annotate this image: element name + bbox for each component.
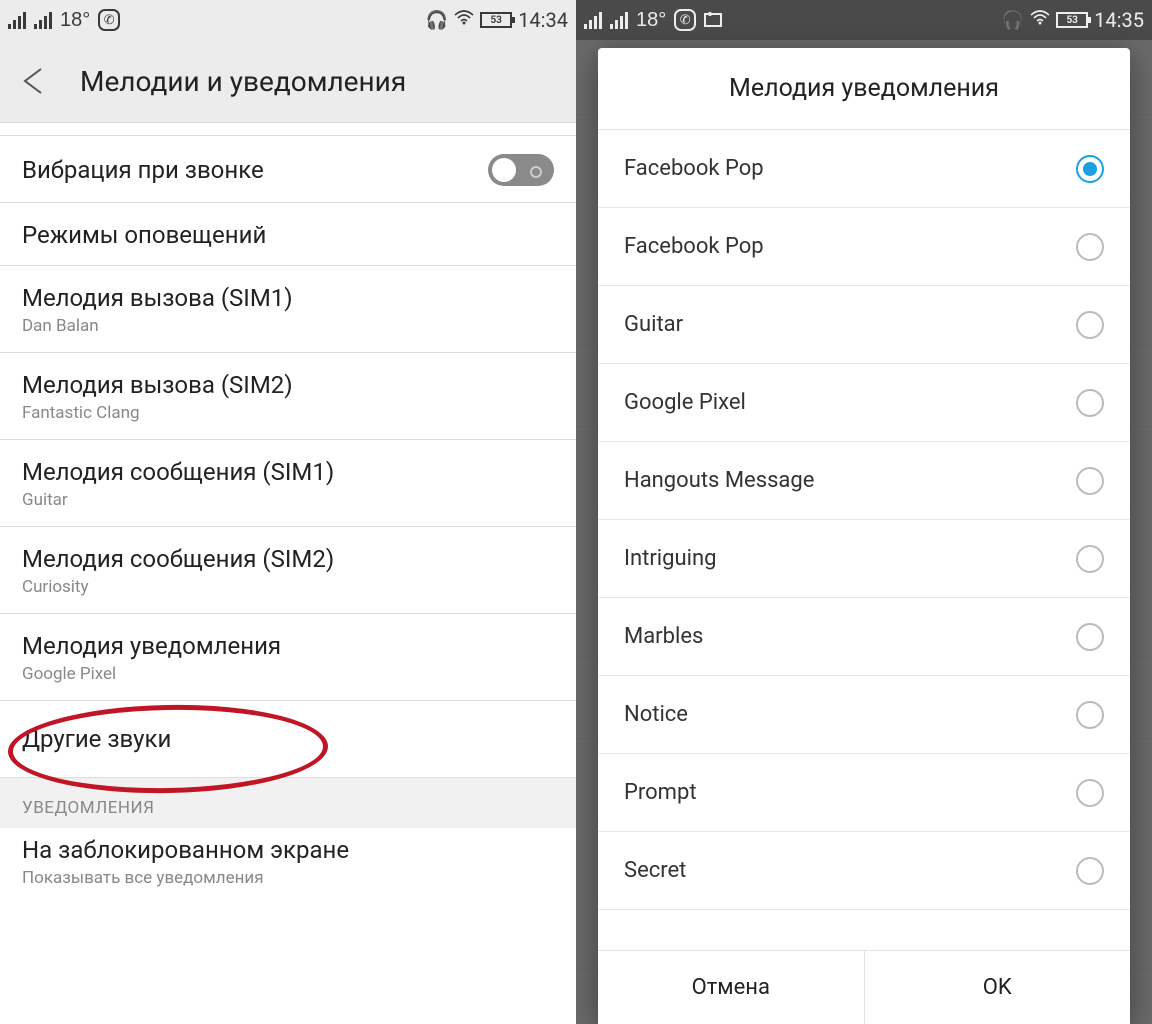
row-sublabel: Curiosity xyxy=(22,577,554,597)
row-label: Мелодия уведомления xyxy=(22,632,554,660)
ringtone-option[interactable]: Facebook Pop xyxy=(598,130,1130,208)
radio-icon[interactable] xyxy=(1076,545,1104,573)
status-bar: 18° 🎧 53 14:34 xyxy=(0,0,576,40)
ringtone-option[interactable]: Notice xyxy=(598,676,1130,754)
weather-temp: 18° xyxy=(60,9,90,32)
option-label: Guitar xyxy=(624,312,683,337)
clock: 14:34 xyxy=(518,8,568,32)
row-label: Мелодия сообщения (SIM1) xyxy=(22,458,554,486)
row-sublabel: Fantastic Clang xyxy=(22,403,554,423)
row-label: На заблокированном экране xyxy=(22,836,554,864)
battery-icon: 53 xyxy=(1056,12,1088,28)
partial-row-top xyxy=(0,122,576,136)
option-label: Hangouts Message xyxy=(624,468,814,493)
radio-icon[interactable] xyxy=(1076,779,1104,807)
row-other-sounds[interactable]: Другие звуки xyxy=(0,701,576,778)
row-label: Мелодия сообщения (SIM2) xyxy=(22,545,554,573)
screen-dialog: 18° 🎧 53 14:35 Мелодия уведомления Faceb… xyxy=(576,0,1152,1024)
dialog-list[interactable]: Facebook Pop Facebook Pop Guitar Google Pix… xyxy=(598,130,1130,950)
radio-icon[interactable] xyxy=(1076,701,1104,729)
ringtone-option[interactable]: Google Pixel xyxy=(598,364,1130,442)
ringtone-option[interactable]: Marbles xyxy=(598,598,1130,676)
row-label: Мелодия вызова (SIM1) xyxy=(22,284,554,312)
radio-icon[interactable] xyxy=(1076,389,1104,417)
ringtone-option[interactable]: Guitar xyxy=(598,286,1130,364)
cancel-button[interactable]: Отмена xyxy=(598,951,865,1024)
option-label: Notice xyxy=(624,702,688,727)
clock: 14:35 xyxy=(1094,8,1144,32)
option-label: Prompt xyxy=(624,780,697,805)
radio-icon[interactable] xyxy=(1076,311,1104,339)
option-label: Secret xyxy=(624,858,686,883)
radio-icon[interactable] xyxy=(1076,623,1104,651)
viber-icon xyxy=(98,9,120,31)
weather-temp: 18° xyxy=(636,9,666,32)
ringtone-option[interactable]: Intriguing xyxy=(598,520,1130,598)
row-alert-modes[interactable]: Режимы оповещений xyxy=(0,203,576,266)
option-label: Google Pixel xyxy=(624,390,746,415)
ok-button[interactable]: OK xyxy=(865,951,1131,1024)
option-label: Facebook Pop xyxy=(624,234,764,259)
row-message-sim1[interactable]: Мелодия сообщения (SIM1) Guitar xyxy=(0,440,576,527)
row-ringtone-sim1[interactable]: Мелодия вызова (SIM1) Dan Balan xyxy=(0,266,576,353)
ringtone-option[interactable]: Secret xyxy=(598,832,1130,910)
screen-settings: 18° 🎧 53 14:34 Мелодии и уведомления Виб… xyxy=(0,0,576,1024)
row-message-sim2[interactable]: Мелодия сообщения (SIM2) Curiosity xyxy=(0,527,576,614)
row-lockscreen[interactable]: На заблокированном экране Показывать все… xyxy=(0,828,576,888)
row-label: Мелодия вызова (SIM2) xyxy=(22,371,554,399)
back-button[interactable] xyxy=(16,61,56,101)
headphones-icon: 🎧 xyxy=(426,10,448,31)
ringtone-option[interactable]: Hangouts Message xyxy=(598,442,1130,520)
ringtone-option[interactable]: Prompt xyxy=(598,754,1130,832)
wifi-icon xyxy=(1030,10,1050,31)
row-sublabel: Guitar xyxy=(22,490,554,510)
page-title: Мелодии и уведомления xyxy=(80,65,406,98)
signal-icon-2 xyxy=(610,11,628,29)
option-label: Facebook Pop xyxy=(624,156,764,181)
row-notification-tone[interactable]: Мелодия уведомления Google Pixel xyxy=(0,614,576,701)
headphones-icon: 🎧 xyxy=(1002,10,1024,31)
settings-list: Вибрация при звонке Режимы оповещений Ме… xyxy=(0,122,576,888)
wifi-icon xyxy=(454,10,474,31)
radio-icon[interactable] xyxy=(1076,467,1104,495)
signal-icon-2 xyxy=(34,11,52,29)
dialog-title: Мелодия уведомления xyxy=(598,48,1130,130)
ringtone-dialog: Мелодия уведомления Facebook PopFacebook… xyxy=(598,48,1130,1024)
option-label: Intriguing xyxy=(624,546,716,571)
row-label: Другие звуки xyxy=(22,725,554,753)
toggle-off-icon[interactable] xyxy=(488,154,554,186)
battery-icon: 53 xyxy=(480,12,512,28)
ringtone-option[interactable]: Facebook Pop xyxy=(598,208,1130,286)
radio-icon[interactable] xyxy=(1076,857,1104,885)
radio-icon[interactable] xyxy=(1076,233,1104,261)
dialog-buttons: Отмена OK xyxy=(598,950,1130,1024)
signal-icon xyxy=(584,11,602,29)
title-bar: Мелодии и уведомления xyxy=(0,40,576,122)
row-label: Вибрация при звонке xyxy=(22,156,264,184)
row-vibration[interactable]: Вибрация при звонке xyxy=(0,136,576,203)
option-label: Marbles xyxy=(624,624,703,649)
row-sublabel: Dan Balan xyxy=(22,316,554,336)
row-label: Режимы оповещений xyxy=(22,221,554,249)
radio-selected-icon[interactable] xyxy=(1076,155,1104,183)
viber-icon xyxy=(674,9,696,31)
section-notifications: УВЕДОМЛЕНИЯ xyxy=(0,778,576,828)
row-ringtone-sim2[interactable]: Мелодия вызова (SIM2) Fantastic Clang xyxy=(0,353,576,440)
row-sublabel: Google Pixel xyxy=(22,664,554,684)
gallery-icon xyxy=(704,13,722,27)
row-sublabel: Показывать все уведомления xyxy=(22,868,554,888)
status-bar: 18° 🎧 53 14:35 xyxy=(576,0,1152,40)
signal-icon xyxy=(8,11,26,29)
